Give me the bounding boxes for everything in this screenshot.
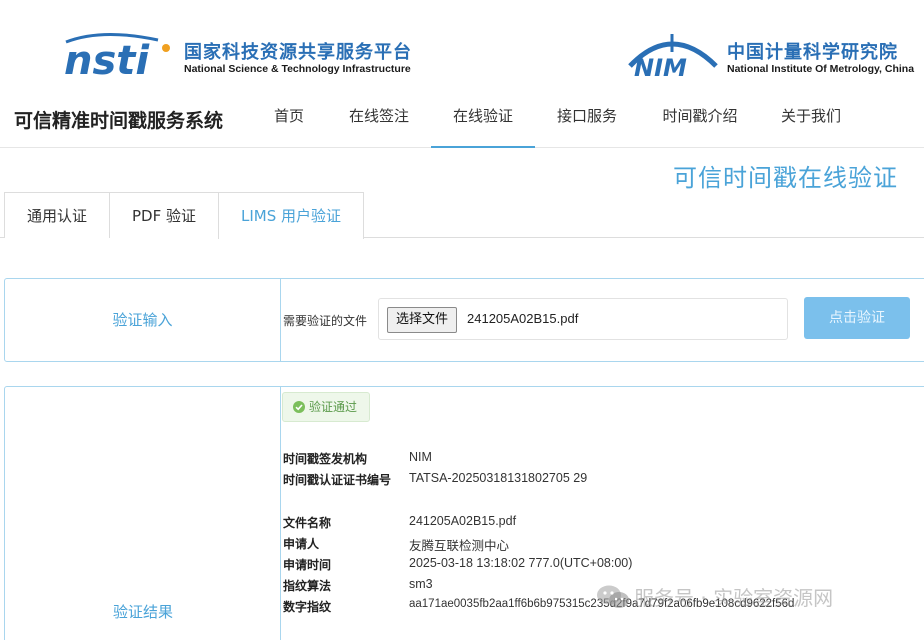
file-input[interactable]: 选择文件 241205A02B15.pdf: [378, 298, 788, 340]
nsti-chinese-name: 国家科技资源共享服务平台: [184, 42, 412, 63]
logo-banner: nsti 国家科技资源共享服务平台 National Science & Tec…: [0, 0, 924, 92]
file-field-label: 需要验证的文件: [283, 314, 368, 328]
verify-input-row: 需要验证的文件 选择文件 241205A02B15.pdf 点击验证: [0, 278, 924, 362]
verify-tabs: 通用认证 PDF 验证 LIMS 用户验证: [0, 192, 924, 239]
check-circle-icon: [293, 401, 305, 413]
nav-item-timestamp-intro[interactable]: 时间戳介绍: [650, 92, 750, 148]
field-key: 时间戳签发机构: [283, 452, 368, 466]
tab-general-auth[interactable]: 通用认证: [4, 192, 110, 238]
wechat-icon: [597, 585, 629, 608]
nav-item-api-service[interactable]: 接口服务: [544, 92, 630, 148]
field-value: sm3: [409, 577, 433, 591]
system-title: 可信精准时间戳服务系统: [14, 110, 224, 132]
nav-item-about-us[interactable]: 关于我们: [768, 92, 854, 148]
verify-button[interactable]: 点击验证: [804, 297, 910, 339]
field-value: 友腾互联检测中心: [409, 539, 510, 553]
nsti-logo-text: nsti: [64, 38, 150, 78]
nim-logo-text: NIM: [634, 54, 687, 80]
watermark-text: 服务号 · 实验室资源网: [634, 586, 834, 610]
field-key: 时间戳认证证书编号: [283, 473, 392, 487]
field-key: 文件名称: [283, 516, 332, 530]
main-navbar: 可信精准时间戳服务系统 首页 在线签注 在线验证 接口服务 时间戳介绍 关于我们: [0, 92, 924, 148]
status-badge-text: 验证通过: [309, 400, 358, 414]
page-title: 可信时间戳在线验证: [673, 164, 898, 192]
nav-item-online-sign[interactable]: 在线签注: [336, 92, 422, 148]
tab-pdf-verify[interactable]: PDF 验证: [109, 192, 219, 238]
nim-english-name: National Institute Of Metrology, China: [727, 63, 915, 75]
status-badge: 验证通过: [282, 392, 371, 422]
field-key: 申请人: [283, 537, 320, 551]
field-value: 2025-03-18 13:18:02 777.0(UTC+08:00): [409, 556, 633, 570]
field-key: 数字指纹: [283, 600, 332, 614]
field-value: TATSA-20250318131802705 29: [409, 471, 588, 485]
field-value: 241205A02B15.pdf: [409, 514, 517, 528]
nav-item-online-verify[interactable]: 在线验证: [431, 92, 535, 148]
nsti-english-name: National Science & Technology Infrastruc…: [184, 63, 411, 75]
nav-item-home[interactable]: 首页: [258, 92, 320, 148]
nim-chinese-name: 中国计量科学研究院: [727, 42, 898, 63]
field-value: NIM: [409, 450, 432, 464]
choose-file-button[interactable]: 选择文件: [387, 307, 458, 333]
selected-file-name: 241205A02B15.pdf: [467, 311, 579, 326]
tab-lims-user-verify[interactable]: LIMS 用户验证: [218, 192, 364, 239]
field-key: 指纹算法: [283, 579, 332, 593]
nsti-logo-icon: nsti: [64, 33, 170, 78]
watermark: 服务号 · 实验室资源网: [596, 582, 833, 614]
nim-logo-icon: NIM: [628, 34, 718, 80]
field-key: 申请时间: [283, 558, 332, 572]
